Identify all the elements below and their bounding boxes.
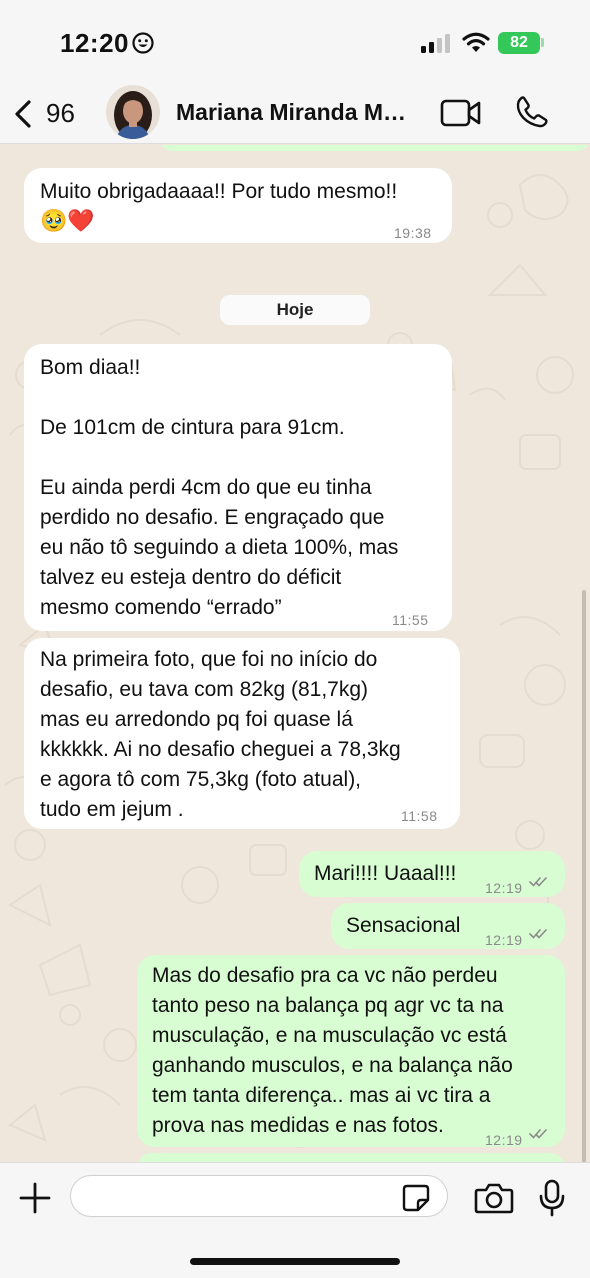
read-ticks-icon xyxy=(529,929,547,939)
message-bubble-out-partial[interactable] xyxy=(137,1153,565,1162)
contact-name[interactable]: Mariana Miranda Moura xyxy=(176,99,416,126)
chat-header: 96 Mariana Miranda Moura xyxy=(0,82,590,144)
message-time: 12:19 xyxy=(485,1132,523,1148)
battery-indicator: 82 xyxy=(498,32,540,54)
message-bubble-out[interactable]: Mari!!!! Uaaal!!! 12:19 xyxy=(299,851,565,897)
message-bubble-in[interactable]: Na primeira foto, que foi no início do d… xyxy=(24,638,460,829)
message-text: Mari!!!! Uaaal!!! xyxy=(314,862,457,885)
wifi-icon xyxy=(462,32,490,52)
sticker-icon[interactable] xyxy=(401,1183,431,1213)
read-ticks-icon xyxy=(529,1129,547,1139)
plus-icon[interactable] xyxy=(18,1181,52,1215)
video-camera-icon[interactable] xyxy=(440,98,482,128)
message-bubble-out[interactable]: Sensacional 12:19 xyxy=(331,903,565,949)
scrollbar[interactable] xyxy=(582,590,586,1162)
message-text: Mas do desafio pra ca vc não perdeu tant… xyxy=(152,964,513,1137)
input-bar xyxy=(0,1162,590,1278)
message-time: 12:19 xyxy=(485,932,523,948)
date-separator: Hoje xyxy=(220,295,370,325)
message-time: 12:19 xyxy=(485,880,523,896)
message-emoji: 🥹❤️ xyxy=(40,208,95,233)
message-bubble-out[interactable]: Mas do desafio pra ca vc não perdeu tant… xyxy=(137,955,565,1148)
chevron-left-icon[interactable] xyxy=(12,99,34,129)
status-bar: 12:20 82 xyxy=(0,0,590,82)
message-bubble-out-partial[interactable] xyxy=(160,145,590,151)
avatar[interactable] xyxy=(106,85,160,139)
message-text: Na primeira foto, que foi no início do d… xyxy=(40,648,401,821)
message-time: 19:38 xyxy=(394,225,432,241)
chat-area[interactable]: Muito obrigadaaaa!! Por tudo mesmo!! 🥹❤️… xyxy=(0,145,590,1162)
smiley-icon xyxy=(132,32,154,54)
message-input[interactable] xyxy=(70,1175,448,1217)
message-bubble-in[interactable]: Bom diaa!! De 101cm de cintura para 91cm… xyxy=(24,344,452,631)
read-ticks-icon xyxy=(529,877,547,887)
camera-icon[interactable] xyxy=(474,1181,514,1215)
status-time: 12:20 xyxy=(60,28,129,58)
cellular-signal-icon xyxy=(421,34,450,53)
message-time: 11:58 xyxy=(401,808,438,824)
message-text: Muito obrigadaaaa!! Por tudo mesmo!! xyxy=(40,180,398,203)
battery-cap xyxy=(541,38,544,47)
message-text: Bom diaa!! De 101cm de cintura para 91cm… xyxy=(40,356,399,619)
microphone-icon[interactable] xyxy=(538,1179,566,1217)
message-bubble-in[interactable]: Muito obrigadaaaa!! Por tudo mesmo!! 🥹❤️… xyxy=(24,168,452,243)
home-indicator xyxy=(190,1258,400,1265)
battery-level: 82 xyxy=(510,34,528,51)
phone-icon[interactable] xyxy=(515,95,549,129)
message-text: Sensacional xyxy=(346,914,461,937)
message-time: 11:55 xyxy=(392,612,429,628)
unread-count[interactable]: 96 xyxy=(46,98,75,129)
